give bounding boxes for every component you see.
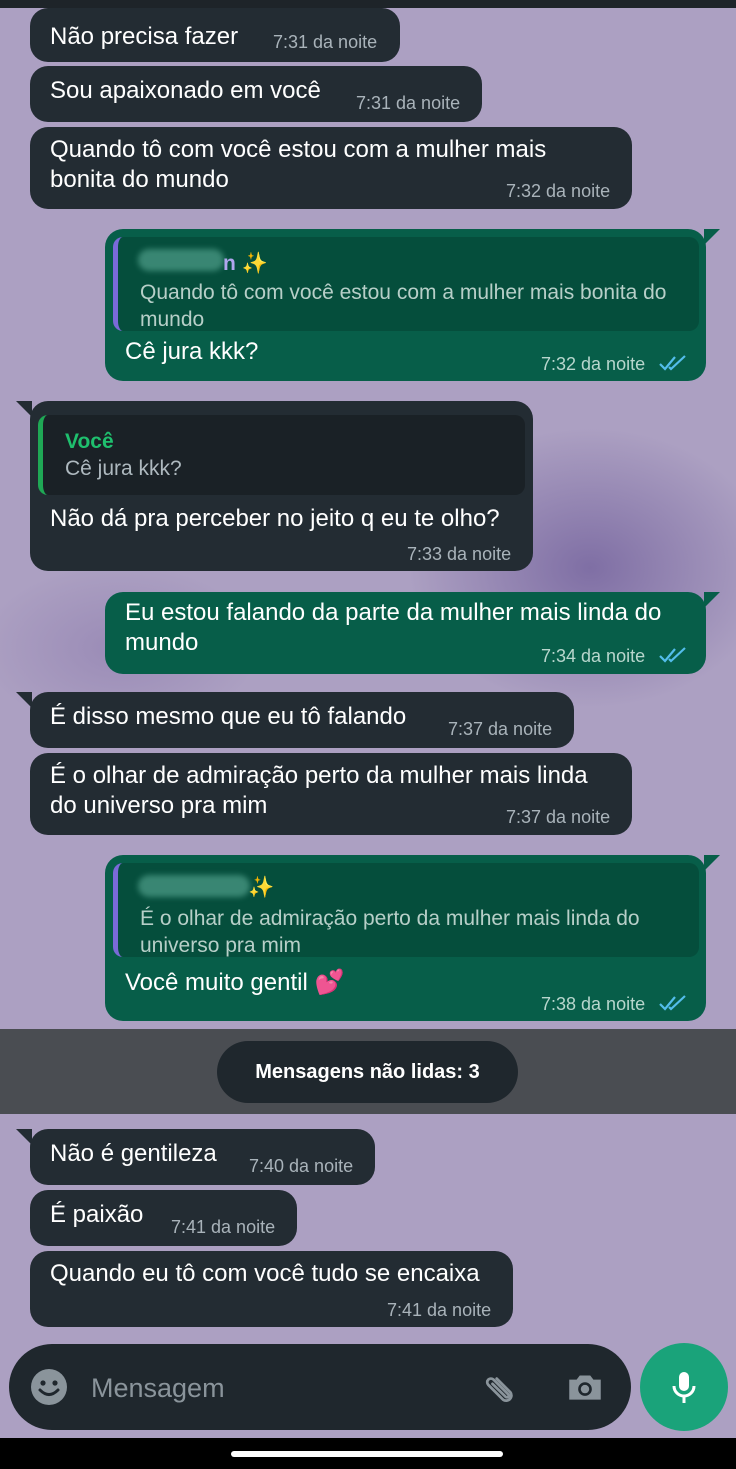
incoming-message[interactable]: Quando tô com você estou com a mulher ma…: [30, 127, 632, 209]
message-time: 7:32 da noite: [541, 354, 646, 374]
quote-text: Quando tô com você estou com a mulher ma…: [140, 281, 667, 331]
message-time: 7:41 da noite: [171, 1217, 276, 1237]
unread-messages-label: Mensagens não lidas: 3: [217, 1041, 518, 1103]
message-text: Quando eu tô com você tudo se encaixa: [50, 1260, 480, 1287]
incoming-message[interactable]: Você Cê jura kkk? Não dá pra perceber no…: [16, 401, 533, 571]
incoming-message[interactable]: Não é gentileza 7:40 da noite: [16, 1129, 375, 1185]
message-time: 7:37 da noite: [448, 719, 553, 739]
mic-icon: [672, 1372, 696, 1403]
message-time: 7:31 da noite: [356, 93, 461, 113]
top-status-strip: [0, 0, 736, 8]
message-text: Não dá pra perceber no jeito q eu te olh…: [50, 505, 500, 532]
mic-button[interactable]: [640, 1343, 728, 1431]
blurred-contact-name: [138, 249, 224, 271]
message-time: 7:41 da noite: [387, 1300, 492, 1320]
outgoing-message[interactable]: n ✨ Quando tô com você estou com a mulhe…: [105, 229, 720, 381]
unread-divider: Mensagens não lidas: 3: [0, 1029, 736, 1114]
incoming-message[interactable]: Quando eu tô com você tudo se encaixa 7:…: [30, 1251, 513, 1327]
message-text: Não precisa fazer: [50, 23, 239, 50]
reply-quote[interactable]: Você Cê jura kkk?: [38, 415, 525, 495]
emoji-icon[interactable]: [29, 1367, 69, 1407]
quote-text: É o olhar de admiração perto da mulher m…: [140, 907, 640, 957]
message-text: Não é gentileza: [50, 1140, 217, 1167]
quote-author: ✨: [248, 876, 275, 899]
message-time: 7:38 da noite: [541, 994, 646, 1014]
message-text: Cê jura kkk?: [125, 338, 259, 365]
message-text: Sou apaixonado em você: [50, 77, 321, 104]
message-time: 7:32 da noite: [506, 181, 611, 201]
quote-author: n ✨: [223, 252, 268, 275]
system-nav-bar: [0, 1438, 736, 1469]
message-composer: [9, 1344, 631, 1430]
incoming-message[interactable]: É paixão 7:41 da noite: [30, 1190, 297, 1246]
double-check-icon: [659, 647, 686, 663]
message-time: 7:34 da noite: [541, 646, 646, 666]
outgoing-message[interactable]: ✨ É o olhar de admiração perto da mulher…: [105, 855, 720, 1021]
quote-author: Você: [65, 430, 114, 453]
incoming-message[interactable]: É disso mesmo que eu tô falando 7:37 da …: [16, 692, 574, 748]
message-text: É disso mesmo que eu tô falando: [50, 703, 407, 730]
incoming-message[interactable]: Sou apaixonado em você 7:31 da noite: [30, 66, 482, 122]
message-time: 7:40 da noite: [249, 1156, 354, 1176]
reply-quote[interactable]: n ✨ Quando tô com você estou com a mulhe…: [113, 237, 699, 331]
message-text: É paixão: [50, 1201, 144, 1228]
incoming-message[interactable]: É o olhar de admiração perto da mulher m…: [30, 753, 632, 835]
message-time: 7:37 da noite: [506, 807, 611, 827]
message-time: 7:31 da noite: [273, 32, 378, 52]
attach-icon[interactable]: [482, 1366, 524, 1408]
double-check-icon: [659, 355, 686, 371]
message-text: Você muito gentil 💕: [125, 969, 345, 996]
quote-text: Cê jura kkk?: [65, 457, 182, 480]
incoming-message[interactable]: Não precisa fazer 7:31 da noite: [30, 8, 400, 62]
blurred-contact-name: [138, 875, 250, 897]
camera-icon[interactable]: [564, 1366, 606, 1408]
message-input[interactable]: [89, 1364, 473, 1412]
outgoing-message[interactable]: Eu estou falando da parte da mulher mais…: [105, 592, 720, 674]
double-check-icon: [659, 995, 686, 1011]
reply-quote[interactable]: ✨ É o olhar de admiração perto da mulher…: [113, 863, 699, 957]
message-time: 7:33 da noite: [407, 544, 512, 564]
home-indicator[interactable]: [231, 1451, 503, 1457]
